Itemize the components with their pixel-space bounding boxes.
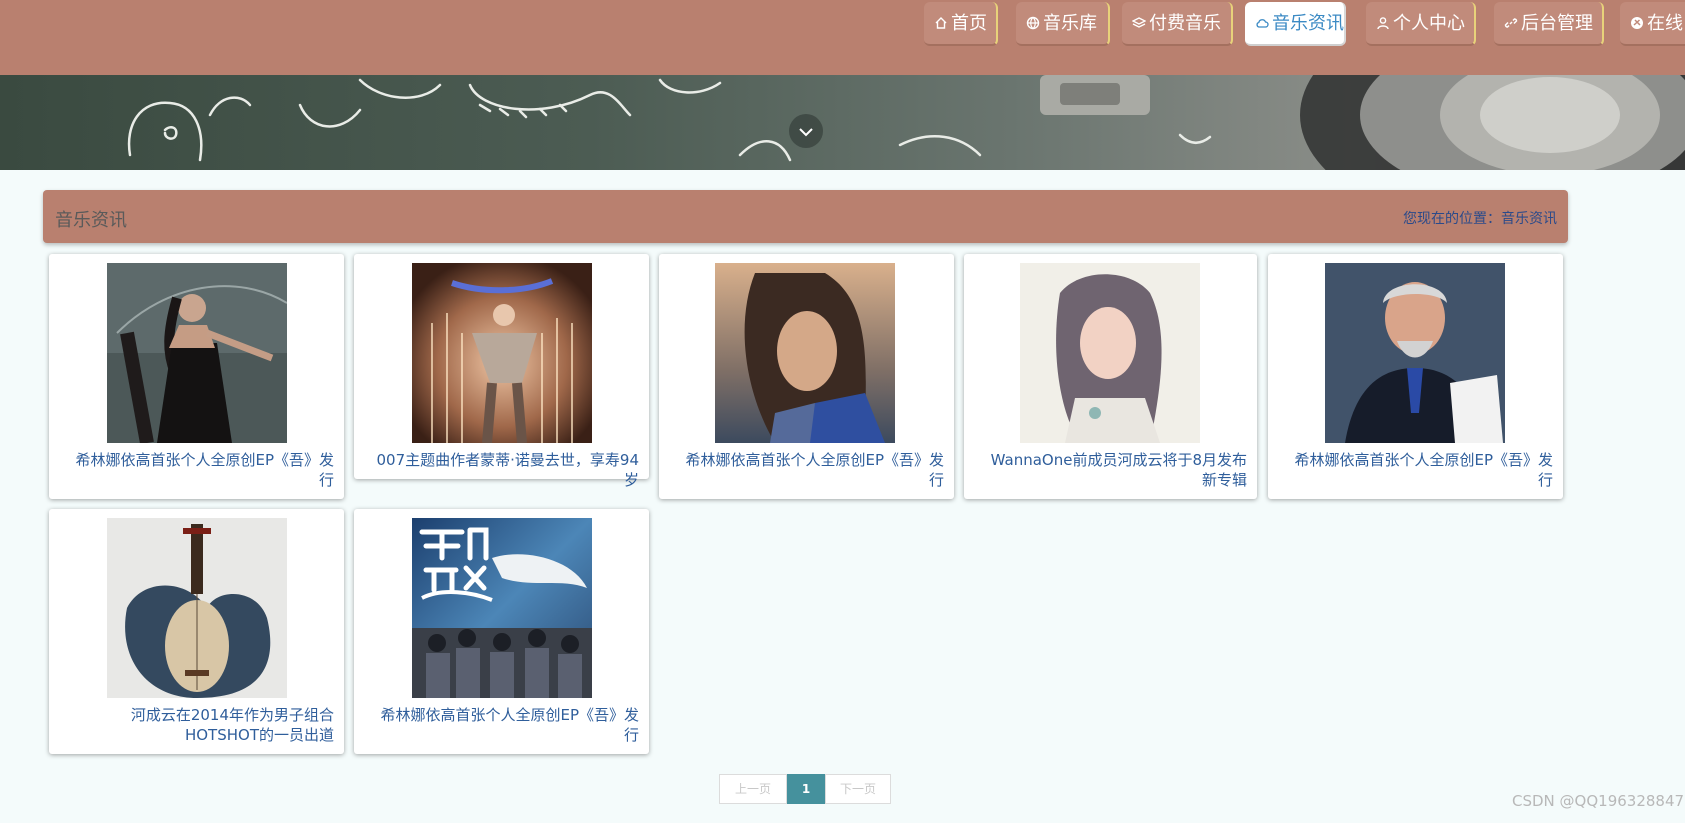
news-title[interactable]: WannaOne前成员河成云将于8月发布新专辑 (976, 450, 1247, 490)
fantasy-portrait-illustration (715, 263, 895, 443)
news-title[interactable]: 希林娜依高首张个人全原创EP《吾》发行 (1280, 450, 1553, 490)
prev-page-button[interactable]: 上一页 (719, 774, 787, 804)
news-thumbnail[interactable] (1325, 263, 1505, 443)
news-card[interactable]: WannaOne前成员河成云将于8月发布新专辑 (964, 254, 1257, 499)
news-card[interactable]: 希林娜依高首张个人全原创EP《吾》发行 (354, 509, 649, 754)
news-title[interactable]: 007主题曲作者蒙蒂·诺曼去世，享寿94岁 (366, 450, 640, 490)
news-card[interactable]: 007主题曲作者蒙蒂·诺曼去世，享寿94岁 (354, 254, 649, 489)
news-thumbnail[interactable] (107, 518, 287, 698)
news-thumbnail[interactable] (1020, 263, 1200, 443)
pipa-instrument-photo (107, 518, 287, 698)
news-card[interactable]: 希林娜依高首张个人全原创EP《吾》发行 (49, 254, 344, 499)
news-title[interactable]: 希林娜依高首张个人全原创EP《吾》发行 (61, 450, 334, 490)
mayday-album-cover (412, 518, 592, 698)
news-title[interactable]: 希林娜依高首张个人全原创EP《吾》发行 (671, 450, 944, 490)
news-card[interactable]: 河成云在2014年作为男子组合HOTSHOT的一员出道 (49, 509, 344, 754)
news-title[interactable]: 希林娜依高首张个人全原创EP《吾》发行 (366, 705, 639, 745)
watermark: CSDN @QQ1963288475 (1512, 792, 1685, 810)
news-thumbnail[interactable] (107, 263, 287, 443)
news-card[interactable]: 希林娜依高首张个人全原创EP《吾》发行 (1268, 254, 1563, 499)
news-grid: 希林娜依高首张个人全原创EP《吾》发行 007主题曲作者蒙蒂·诺曼去世，享寿94… (0, 0, 1685, 823)
man-with-sheet-music-photo (1325, 263, 1505, 443)
next-page-button[interactable]: 下一页 (825, 774, 891, 804)
news-card[interactable]: 希林娜依高首张个人全原创EP《吾》发行 (659, 254, 954, 499)
page-number-current[interactable]: 1 (787, 774, 825, 804)
woman-black-dress-photo (107, 263, 287, 443)
news-thumbnail[interactable] (715, 263, 895, 443)
news-title[interactable]: 河成云在2014年作为男子组合HOTSHOT的一员出道 (61, 705, 334, 745)
soft-portrait-photo (1020, 263, 1200, 443)
news-thumbnail[interactable] (412, 263, 592, 443)
stage-performer-photo (412, 263, 592, 443)
news-thumbnail[interactable] (412, 518, 592, 698)
